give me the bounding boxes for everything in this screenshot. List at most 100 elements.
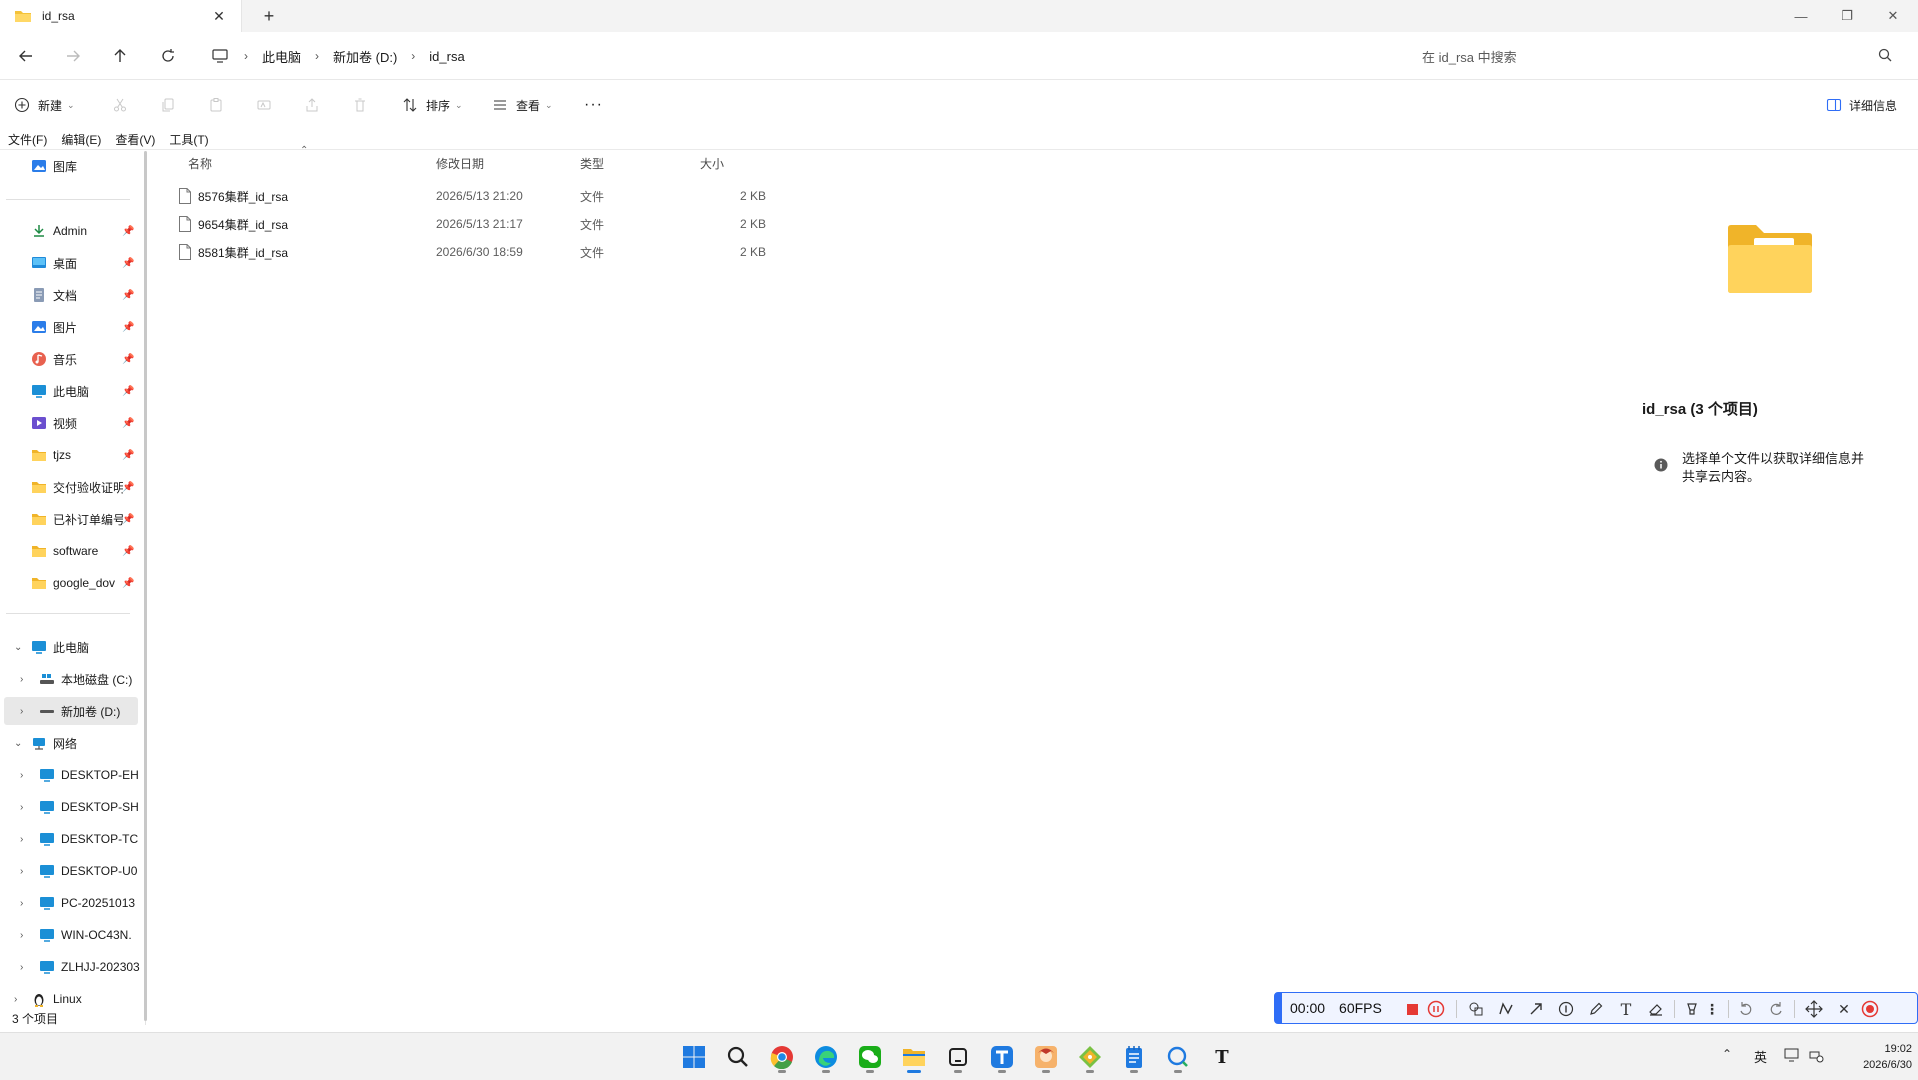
- chevron-right-icon[interactable]: ›: [20, 866, 23, 877]
- sidebar-item-network-host[interactable]: › DESKTOP-U0: [0, 857, 140, 885]
- sidebar-item-videos[interactable]: 视频 📌: [0, 409, 140, 437]
- back-button[interactable]: [12, 44, 40, 68]
- ime-indicator[interactable]: 英: [1754, 1047, 1767, 1066]
- chevron-right-icon[interactable]: ›: [20, 802, 23, 813]
- chevron-right-icon[interactable]: ›: [20, 770, 23, 781]
- taskbar-notepad[interactable]: [1118, 1041, 1150, 1073]
- pen-tool[interactable]: [1586, 999, 1606, 1019]
- taskbar-app-blue[interactable]: [986, 1041, 1018, 1073]
- cut-button[interactable]: [112, 92, 128, 118]
- sidebar-item-gallery[interactable]: 图库: [0, 152, 140, 180]
- sidebar-item-admin[interactable]: Admin 📌: [0, 217, 140, 245]
- sidebar-item-this-pc[interactable]: ⌄ 此电脑: [0, 633, 140, 661]
- sidebar-item-software[interactable]: software 📌: [0, 537, 140, 565]
- sidebar-item-drive-c[interactable]: › 本地磁盘 (C:): [0, 665, 140, 693]
- close-window-button[interactable]: ✕: [1870, 0, 1916, 32]
- chevron-right-icon[interactable]: ›: [20, 834, 23, 845]
- tray-network-icon[interactable]: [1808, 1047, 1824, 1066]
- breadcrumb-drive-d[interactable]: 新加卷 (D:): [333, 47, 397, 66]
- taskbar-edge[interactable]: [810, 1041, 842, 1073]
- breadcrumb-this-pc[interactable]: 此电脑: [262, 47, 301, 66]
- toolbar-more-button[interactable]: ⋮: [1702, 999, 1722, 1019]
- share-button[interactable]: [304, 92, 320, 118]
- sidebar-item-network-host[interactable]: › DESKTOP-TC: [0, 825, 140, 853]
- chevron-down-icon[interactable]: ⌄: [14, 642, 22, 653]
- copy-button[interactable]: [160, 92, 176, 118]
- sidebar-item-music[interactable]: 音乐 📌: [0, 345, 140, 373]
- taskbar-chrome[interactable]: [766, 1041, 798, 1073]
- sidebar-item-network-host[interactable]: › WIN-OC43N.: [0, 921, 140, 949]
- shape-tool[interactable]: [1466, 999, 1486, 1019]
- delete-button[interactable]: [352, 92, 368, 118]
- chevron-down-icon[interactable]: ⌄: [14, 738, 22, 749]
- sidebar-item-documents[interactable]: 文档 📌: [0, 281, 140, 309]
- polyline-tool[interactable]: [1496, 999, 1516, 1019]
- menu-tools[interactable]: 工具(T): [169, 131, 208, 148]
- restore-button[interactable]: ❐: [1824, 0, 1870, 32]
- tray-display-icon[interactable]: [1784, 1047, 1802, 1066]
- chevron-right-icon[interactable]: ›: [20, 930, 23, 941]
- taskbar-file-explorer[interactable]: [898, 1041, 930, 1073]
- sidebar-item-google-dov[interactable]: google_dov 📌: [0, 569, 140, 597]
- search-box[interactable]: 在 id_rsa 中搜索: [1410, 42, 1906, 70]
- breadcrumb-id-rsa[interactable]: id_rsa: [429, 49, 464, 64]
- tray-overflow-icon[interactable]: ⌃: [1722, 1047, 1732, 1061]
- chevron-right-icon[interactable]: ›: [20, 674, 23, 685]
- search-input[interactable]: 在 id_rsa 中搜索: [1422, 47, 1876, 66]
- chevron-right-icon[interactable]: ›: [20, 706, 23, 717]
- highlight-tool[interactable]: [1682, 999, 1702, 1019]
- sidebar-item-network-host[interactable]: › DESKTOP-SH: [0, 793, 140, 821]
- more-options-button[interactable]: ···: [584, 92, 603, 118]
- search-icon[interactable]: [1876, 46, 1896, 66]
- taskbar-app-avatar[interactable]: [1030, 1041, 1062, 1073]
- chevron-right-icon[interactable]: ›: [20, 898, 23, 909]
- taskbar-search-button[interactable]: [722, 1041, 754, 1073]
- taskbar-git[interactable]: [1074, 1041, 1106, 1073]
- sidebar-item-orders[interactable]: 已补订单编号 📌: [0, 505, 140, 533]
- menu-edit[interactable]: 编辑(E): [61, 131, 101, 148]
- tab-close-icon[interactable]: ✕: [207, 4, 231, 28]
- undo-button[interactable]: [1736, 999, 1756, 1019]
- number-tool[interactable]: [1556, 999, 1576, 1019]
- sidebar-item-desktop[interactable]: 桌面 📌: [0, 249, 140, 277]
- menu-file[interactable]: 文件(F): [8, 131, 47, 148]
- sidebar-item-network-host[interactable]: › DESKTOP-EH: [0, 761, 140, 789]
- taskbar-wechat[interactable]: [854, 1041, 886, 1073]
- file-row[interactable]: 8581集群_id_rsa 2026/6/30 18:59 文件 2 KB: [170, 239, 790, 265]
- view-button[interactable]: 查看 ⌄: [492, 92, 553, 118]
- system-clock[interactable]: 19:02 2026/6/30: [1832, 1041, 1912, 1073]
- move-toolbar-button[interactable]: [1804, 999, 1824, 1019]
- recording-fps[interactable]: 60FPS: [1339, 1000, 1382, 1016]
- taskbar-typora[interactable]: T: [1206, 1041, 1238, 1073]
- record-button[interactable]: [1860, 999, 1880, 1019]
- stop-recording-button[interactable]: [1402, 999, 1422, 1019]
- chevron-right-icon[interactable]: ›: [20, 962, 23, 973]
- column-header-name[interactable]: 名称: [188, 155, 212, 172]
- pause-recording-button[interactable]: [1426, 999, 1446, 1019]
- file-row[interactable]: 9654集群_id_rsa 2026/5/13 21:17 文件 2 KB: [170, 211, 790, 237]
- minimize-button[interactable]: —: [1778, 0, 1824, 32]
- sidebar-item-this-pc-pinned[interactable]: 此电脑 📌: [0, 377, 140, 405]
- rename-button[interactable]: [256, 92, 272, 118]
- new-tab-button[interactable]: +: [256, 4, 282, 28]
- refresh-button[interactable]: [154, 44, 182, 68]
- file-row[interactable]: 8576集群_id_rsa 2026/5/13 21:20 文件 2 KB: [170, 183, 790, 209]
- start-button[interactable]: [678, 1041, 710, 1073]
- tab-id-rsa[interactable]: id_rsa ✕: [0, 0, 242, 32]
- column-header-size[interactable]: 大小: [700, 155, 724, 172]
- column-header-modified[interactable]: 修改日期: [436, 155, 484, 172]
- menu-view[interactable]: 查看(V): [115, 131, 155, 148]
- text-tool[interactable]: T: [1616, 999, 1636, 1019]
- sidebar-item-network[interactable]: ⌄ 网络: [0, 729, 140, 757]
- new-button[interactable]: 新建 ⌄: [14, 92, 75, 118]
- sort-button[interactable]: 排序 ⌄: [402, 92, 463, 118]
- sidebar-scrollbar[interactable]: [144, 151, 147, 1021]
- up-button[interactable]: [106, 44, 134, 68]
- sidebar-item-network-host[interactable]: › ZLHJJ-202303: [0, 953, 140, 981]
- taskbar-chat-search[interactable]: [1162, 1041, 1194, 1073]
- sidebar-item-network-host[interactable]: › PC-20251013: [0, 889, 140, 917]
- close-toolbar-button[interactable]: ✕: [1834, 999, 1854, 1019]
- column-header-type[interactable]: 类型: [580, 155, 604, 172]
- pc-location-button[interactable]: [206, 44, 234, 68]
- arrow-tool[interactable]: [1526, 999, 1546, 1019]
